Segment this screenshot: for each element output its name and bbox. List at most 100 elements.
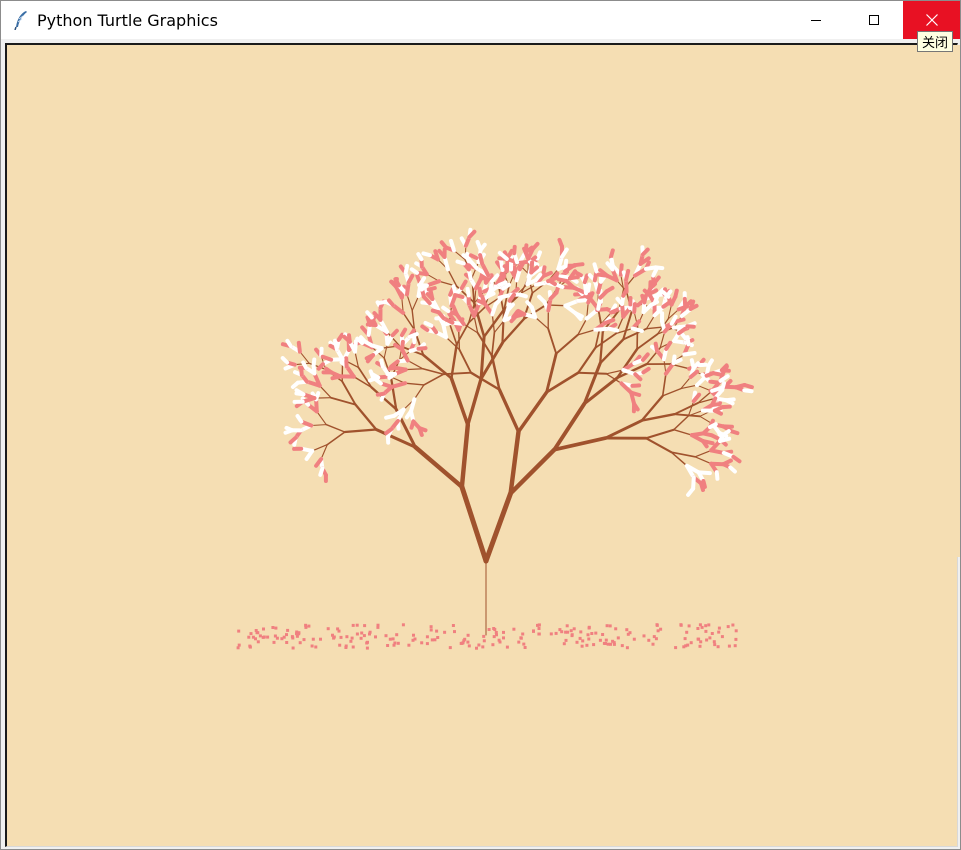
blossom-petal (301, 360, 309, 370)
fallen-petal (332, 636, 336, 640)
blossom-petal (568, 275, 580, 281)
fallen-petal (674, 646, 678, 650)
blossom-petal (576, 298, 587, 303)
blossom-petal (632, 302, 637, 314)
fallen-petal (248, 644, 252, 648)
fallen-petal (659, 627, 663, 631)
blossom-petal (673, 288, 679, 299)
blossom-petal (728, 465, 737, 474)
maximize-button[interactable] (845, 1, 903, 39)
fallen-petal (254, 637, 257, 641)
fallen-petal (572, 627, 576, 631)
fallen-petal (734, 637, 738, 641)
fallen-petal (713, 643, 717, 647)
fallen-petal (448, 646, 452, 650)
fallen-petal (311, 637, 315, 641)
blossom-petal (416, 346, 428, 351)
branch-segment (694, 456, 712, 465)
fallen-petal (601, 633, 605, 636)
blossom-petal (547, 278, 557, 286)
fallen-petal (679, 623, 683, 627)
blossom-petal (729, 429, 740, 436)
blossom-petal (477, 286, 483, 298)
fallen-petal (425, 642, 429, 646)
fallen-petal (651, 642, 655, 646)
fallen-petal (304, 625, 308, 629)
fallen-petal (686, 643, 690, 647)
blossom-petal (706, 358, 714, 368)
blossom-petal (280, 356, 290, 365)
fallen-petal (477, 643, 481, 647)
fallen-petal (256, 640, 260, 644)
fallen-petal (523, 646, 527, 649)
branch-segment (466, 376, 483, 427)
fallen-petal (365, 641, 369, 645)
fallen-petal (562, 642, 566, 646)
fallen-petal (720, 635, 724, 639)
blossom-petal (682, 351, 697, 357)
fallen-petal (604, 638, 608, 642)
blossom-petal (709, 433, 720, 441)
fallen-petal (616, 636, 620, 640)
fallen-petal (517, 640, 521, 644)
blossom-petal (416, 252, 424, 262)
fallen-petal (685, 630, 689, 634)
fallen-petal (614, 627, 618, 631)
fallen-petal (689, 641, 693, 645)
fallen-petal (578, 636, 582, 640)
branch-segment (673, 415, 690, 431)
fallen-petal (537, 632, 541, 636)
blossom-petal (688, 303, 699, 311)
blossom-petal (318, 466, 325, 477)
canvas-edge (956, 45, 960, 557)
maximize-icon (869, 15, 879, 25)
fallen-petal (435, 629, 439, 633)
blossom-petal (608, 248, 615, 260)
branch-segment (694, 449, 712, 458)
fallen-petal (436, 636, 440, 639)
blossom-petal (441, 305, 451, 314)
branch-segment (458, 348, 472, 374)
blossom-petal (630, 383, 642, 388)
fallen-petal (339, 635, 343, 639)
blossom-petal (423, 320, 434, 328)
minimize-button[interactable] (787, 1, 845, 39)
branch-segment (577, 371, 608, 375)
branch-segment (491, 331, 496, 357)
fallen-petal (606, 642, 610, 646)
fallen-petal (642, 634, 646, 638)
blossom-petal (630, 326, 644, 333)
title-bar[interactable]: Python Turtle Graphics (1, 1, 960, 39)
blossom-petal (430, 308, 441, 315)
blossom-petal (428, 289, 435, 301)
turtle-canvas[interactable] (5, 43, 958, 847)
fallen-petal (632, 637, 636, 641)
blossom-petal (720, 404, 732, 410)
blossom-petal (712, 408, 723, 416)
fallen-petal (481, 645, 485, 649)
fallen-petal (266, 635, 270, 639)
fractal-tree-drawing (236, 227, 754, 650)
fallen-petal (374, 635, 377, 639)
fallen-petal (487, 628, 491, 631)
blossom-petal (478, 253, 485, 266)
branch-segment (483, 490, 514, 564)
fallen-petal (604, 642, 607, 645)
branch-segment (354, 351, 359, 368)
branch-segment (423, 373, 445, 386)
fallen-petal (647, 638, 651, 642)
blossom-petal (433, 249, 440, 262)
fallen-petal (492, 627, 496, 630)
branch-segment (325, 423, 346, 433)
fallen-petal (286, 628, 290, 632)
branch-segment (644, 428, 675, 440)
blossom-petal (284, 425, 295, 433)
blossom-petal (582, 273, 590, 285)
fallen-petal (519, 636, 523, 640)
blossom-petal (336, 332, 345, 342)
blossom-petal (409, 267, 419, 275)
branch-segment (577, 346, 597, 374)
blossom-petal (708, 422, 718, 430)
fallen-petal (249, 632, 253, 636)
blossom-petal (409, 419, 416, 430)
